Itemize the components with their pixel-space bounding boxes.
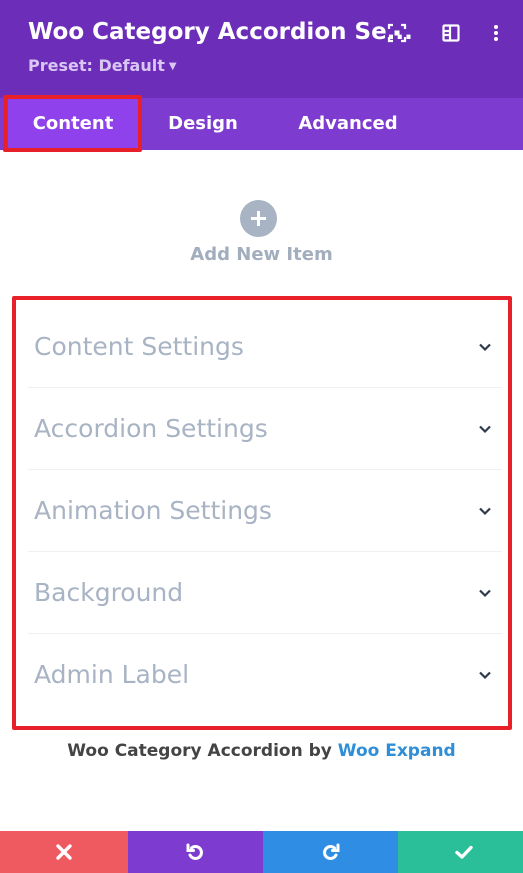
undo-button[interactable] bbox=[128, 831, 263, 873]
section-label: Content Settings bbox=[34, 332, 244, 361]
module-credit: Woo Category Accordion by Woo Expand bbox=[0, 741, 523, 761]
section-content-settings[interactable]: Content Settings bbox=[28, 306, 496, 388]
section-label: Animation Settings bbox=[34, 496, 272, 525]
section-background[interactable]: Background bbox=[28, 552, 496, 634]
chevron-down-icon bbox=[478, 422, 492, 436]
chevron-down-icon bbox=[478, 586, 492, 600]
chevron-down-icon bbox=[478, 504, 492, 518]
section-animation-settings[interactable]: Animation Settings bbox=[28, 470, 496, 552]
section-label: Admin Label bbox=[34, 660, 190, 689]
split-view-icon[interactable] bbox=[440, 22, 462, 44]
section-admin-label[interactable]: Admin Label bbox=[28, 634, 496, 716]
add-item-button[interactable] bbox=[240, 200, 277, 237]
add-new-item-label[interactable]: Add New Item bbox=[0, 244, 523, 265]
caret-down-icon: ▼ bbox=[168, 61, 177, 72]
undo-icon bbox=[186, 843, 203, 860]
focus-icon[interactable] bbox=[386, 22, 408, 44]
section-accordion-settings[interactable]: Accordion Settings bbox=[28, 388, 496, 470]
redo-icon bbox=[323, 843, 340, 860]
section-label: Background bbox=[34, 578, 184, 607]
close-icon bbox=[56, 844, 72, 860]
chevron-down-icon bbox=[478, 668, 492, 682]
tab-design[interactable]: Design bbox=[138, 98, 268, 150]
settings-tabs: Content Design Advanced bbox=[0, 98, 523, 150]
chevron-down-icon bbox=[478, 340, 492, 354]
save-button[interactable] bbox=[398, 831, 523, 873]
section-label: Accordion Settings bbox=[34, 414, 268, 443]
credit-text: Woo Category Accordion by bbox=[67, 741, 332, 761]
module-title: Woo Category Accordion Se... bbox=[28, 19, 413, 45]
module-settings-header: Woo Category Accordion Se... Preset: Def… bbox=[0, 0, 523, 98]
tab-content[interactable]: Content bbox=[8, 98, 138, 150]
plus-icon bbox=[251, 211, 266, 226]
action-bar bbox=[0, 831, 523, 873]
discard-button[interactable] bbox=[0, 831, 128, 873]
preset-selector[interactable]: Preset: Default ▼ bbox=[28, 56, 177, 75]
redo-button[interactable] bbox=[263, 831, 398, 873]
tab-advanced[interactable]: Advanced bbox=[280, 98, 416, 150]
checkmark-icon bbox=[455, 845, 473, 859]
more-options-icon[interactable] bbox=[485, 22, 507, 44]
credit-link[interactable]: Woo Expand bbox=[338, 741, 456, 761]
preset-label: Preset: Default bbox=[28, 56, 165, 75]
